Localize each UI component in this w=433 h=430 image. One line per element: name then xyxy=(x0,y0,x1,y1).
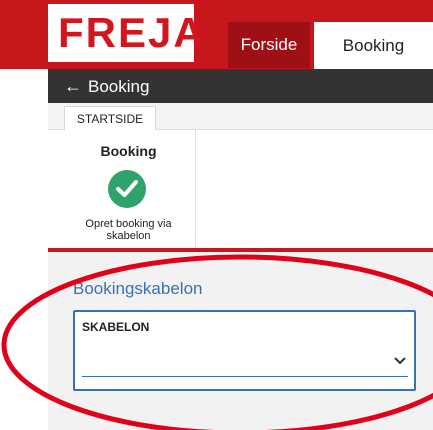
action-label-line2: skabelon xyxy=(106,230,151,242)
breadcrumb-title: Booking xyxy=(88,77,150,96)
check-circle-icon[interactable] xyxy=(108,170,146,208)
back-link[interactable]: ← Booking xyxy=(64,75,149,98)
template-field-label: SKABELON xyxy=(82,320,150,334)
section-title: Bookingskabelon xyxy=(73,279,203,298)
chevron-down-icon[interactable] xyxy=(393,356,407,366)
action-label-line1: Opret booking via xyxy=(85,218,172,230)
nav-tab-forside[interactable]: Forside xyxy=(228,22,310,68)
back-arrow-icon[interactable]: ← xyxy=(64,76,82,96)
create-booking-from-template-button[interactable]: Opret booking via skabelon xyxy=(62,218,195,242)
ribbon-group-title: Booking xyxy=(100,143,157,159)
logo-text: FREJA xyxy=(58,9,206,56)
tab-startside[interactable]: STARTSIDE xyxy=(64,106,156,131)
template-field-underline xyxy=(82,376,408,377)
nav-tab-booking[interactable]: Booking xyxy=(314,22,433,69)
left-margin xyxy=(0,69,48,430)
